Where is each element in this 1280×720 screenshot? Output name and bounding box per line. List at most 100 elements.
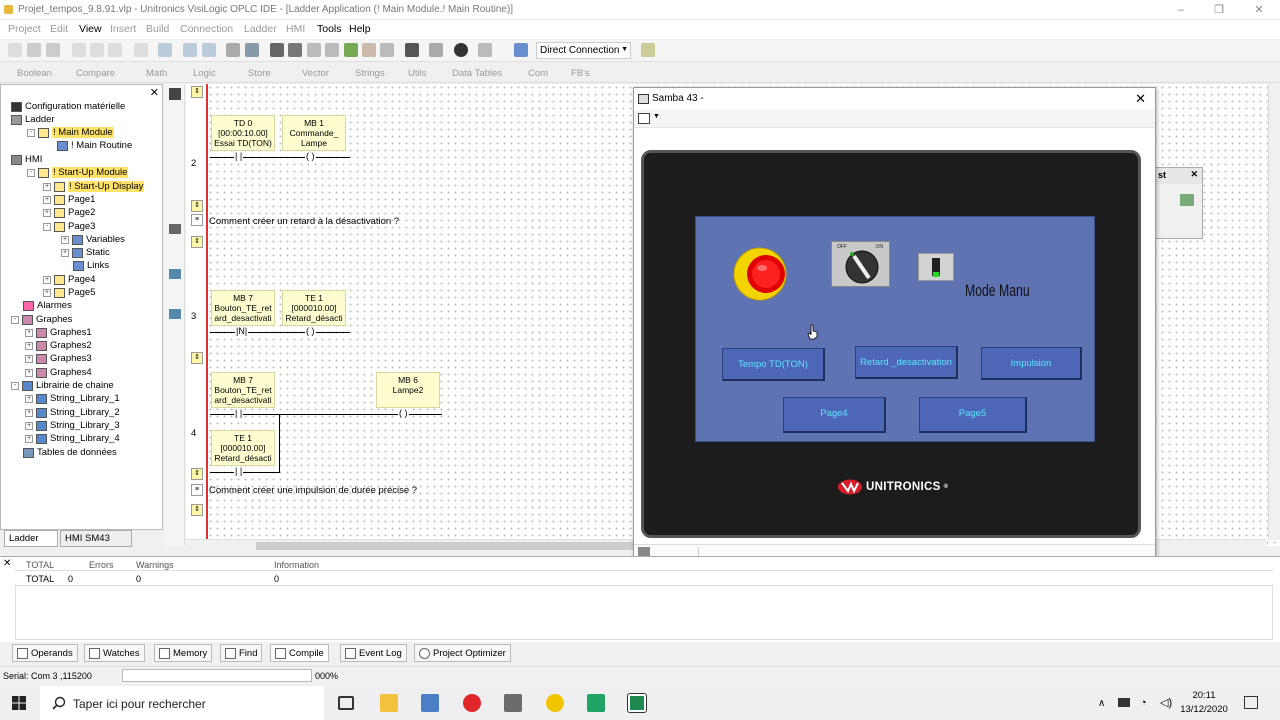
clock-icon[interactable] <box>454 43 468 57</box>
expand-icon[interactable]: + <box>43 182 51 191</box>
comment-icon[interactable]: ≡ <box>191 484 203 496</box>
fb-icon[interactable] <box>169 224 181 234</box>
app-icon[interactable] <box>421 694 439 712</box>
tree-item[interactable]: + Graphes4 <box>25 367 92 378</box>
tree-item[interactable]: + Graphes1 <box>25 327 92 338</box>
tab-watches[interactable]: Watches <box>84 644 145 662</box>
delete-icon[interactable] <box>134 43 148 57</box>
fn-boolean[interactable]: Boolean <box>17 68 52 79</box>
memory-icon[interactable] <box>325 43 339 57</box>
expand-icon[interactable]: + <box>43 275 51 284</box>
clock-date[interactable]: 13/12/2020 <box>1177 704 1231 715</box>
minimize-button[interactable]: – <box>1170 2 1192 18</box>
tab-memory[interactable]: Memory <box>154 644 213 662</box>
menu-view[interactable]: View <box>79 23 102 35</box>
tab-ladder[interactable]: Ladder <box>4 530 58 547</box>
chevron-down-icon[interactable]: ▼ <box>653 113 660 120</box>
coil-mb6[interactable]: MB 6 Lampe2 <box>376 372 440 408</box>
cut-icon[interactable] <box>72 43 86 57</box>
collapse-icon[interactable]: - <box>27 128 35 137</box>
menu-build[interactable]: Build <box>146 23 169 35</box>
tree-item[interactable]: + String_Library_4 <box>25 433 120 444</box>
net-control-icon[interactable]: ⇕ <box>191 468 203 480</box>
coil-te1[interactable]: TE 1 [000010.00] Retard_désacti <box>282 290 346 326</box>
tree-item[interactable]: + Page2 <box>43 207 95 218</box>
tool-icon[interactable] <box>1180 194 1194 206</box>
close-icon[interactable]: ✕ <box>3 558 11 569</box>
tempo-td-button[interactable]: Tempo TD(TON) <box>722 348 825 381</box>
maximize-button[interactable]: ❐ <box>1208 2 1230 18</box>
comment-icon[interactable]: ≡ <box>191 214 203 226</box>
windows-start-icon[interactable] <box>12 696 26 710</box>
comm-icon[interactable] <box>478 43 492 57</box>
task-view-icon[interactable] <box>338 696 354 710</box>
emergency-stop-icon[interactable] <box>733 247 791 301</box>
tree-item[interactable]: - Librairie de chaine <box>11 380 114 391</box>
fn-compare[interactable]: Compare <box>76 68 115 79</box>
download-icon[interactable] <box>362 43 376 57</box>
fn-logic[interactable]: Logic <box>193 68 216 79</box>
expand-icon[interactable]: + <box>25 341 33 350</box>
taskbar-search[interactable]: Taper ici pour rechercher <box>40 686 324 720</box>
tree-item[interactable]: + ! Start-Up Display <box>43 181 145 192</box>
tree-icon[interactable] <box>226 43 240 57</box>
contact-mb7[interactable]: MB 7 Bouton_TE_ret ard_desactivati <box>211 290 275 326</box>
connect-icon[interactable] <box>514 43 528 57</box>
notification-icon[interactable] <box>1244 696 1258 709</box>
impulsion-button[interactable]: Impulsion <box>981 347 1082 380</box>
tab-find[interactable]: Find <box>220 644 263 662</box>
fn-com[interactable]: Com <box>528 68 548 79</box>
expand-icon[interactable]: + <box>61 235 69 244</box>
menu-ladder[interactable]: Ladder <box>244 23 277 35</box>
fn-utils[interactable]: Utils <box>408 68 426 79</box>
fn-strings[interactable]: Strings <box>355 68 385 79</box>
expand-icon[interactable]: + <box>25 394 33 403</box>
page4-button[interactable]: Page4 <box>783 397 886 433</box>
rung-comment[interactable]: Comment créer une impulsion de durée pré… <box>209 485 417 496</box>
table-icon[interactable] <box>307 43 321 57</box>
tree-item[interactable]: + Page4 <box>43 274 95 285</box>
undo-icon[interactable] <box>158 43 172 57</box>
ladder-icon[interactable] <box>270 43 284 57</box>
net-control-icon[interactable]: ⇕ <box>191 352 203 364</box>
collapse-icon[interactable]: - <box>11 315 19 324</box>
menu-project[interactable]: Project <box>8 23 41 35</box>
opera-icon[interactable] <box>463 694 481 712</box>
close-icon[interactable]: ✕ <box>1135 91 1146 107</box>
back-icon[interactable] <box>183 43 197 57</box>
fn-data-tables[interactable]: Data Tables <box>452 68 502 79</box>
floating-window[interactable]: st ✕ <box>1155 167 1203 239</box>
net-control-icon[interactable]: ⇕ <box>191 504 203 516</box>
compile-icon[interactable] <box>344 43 358 57</box>
tree-item[interactable]: + String_Library_2 <box>25 407 120 418</box>
tab-event-log[interactable]: Event Log <box>340 644 407 662</box>
tree-item[interactable]: - ! Main Module <box>27 127 114 138</box>
tree-item[interactable]: ! Main Routine <box>57 140 132 151</box>
tree-item[interactable]: + Variables <box>61 234 125 245</box>
expand-icon[interactable]: + <box>25 434 33 443</box>
page5-button[interactable]: Page5 <box>919 397 1027 433</box>
tree-item[interactable]: + Page1 <box>43 194 95 205</box>
expand-icon[interactable]: + <box>25 421 33 430</box>
menu-insert[interactable]: Insert <box>110 23 136 35</box>
file-explorer-icon[interactable] <box>380 694 398 712</box>
fn-fbs[interactable]: FB's <box>571 68 590 79</box>
tree-item[interactable]: Links <box>73 260 109 271</box>
expand-icon[interactable]: + <box>25 408 33 417</box>
coil-mb1[interactable]: MB 1 Commande_ Lampe <box>282 115 346 151</box>
collapse-icon[interactable]: - <box>43 222 51 231</box>
tree-item[interactable]: + Static <box>61 247 110 258</box>
rung-comment[interactable]: Comment créer un retard à la désactivati… <box>209 216 399 227</box>
excel-icon[interactable] <box>587 694 605 712</box>
menu-connection[interactable]: Connection <box>180 23 233 35</box>
expand-icon[interactable]: + <box>43 208 51 217</box>
net-control-icon[interactable]: ⇕ <box>191 86 203 98</box>
tree-item[interactable]: Tables de données <box>23 447 117 458</box>
screen-menu-icon[interactable] <box>638 113 650 124</box>
open-icon[interactable] <box>27 43 41 57</box>
close-icon[interactable]: ✕ <box>1190 169 1198 180</box>
save-icon[interactable] <box>46 43 60 57</box>
forward-icon[interactable] <box>202 43 216 57</box>
grid-icon[interactable] <box>288 43 302 57</box>
transfer-icon[interactable] <box>429 43 443 57</box>
